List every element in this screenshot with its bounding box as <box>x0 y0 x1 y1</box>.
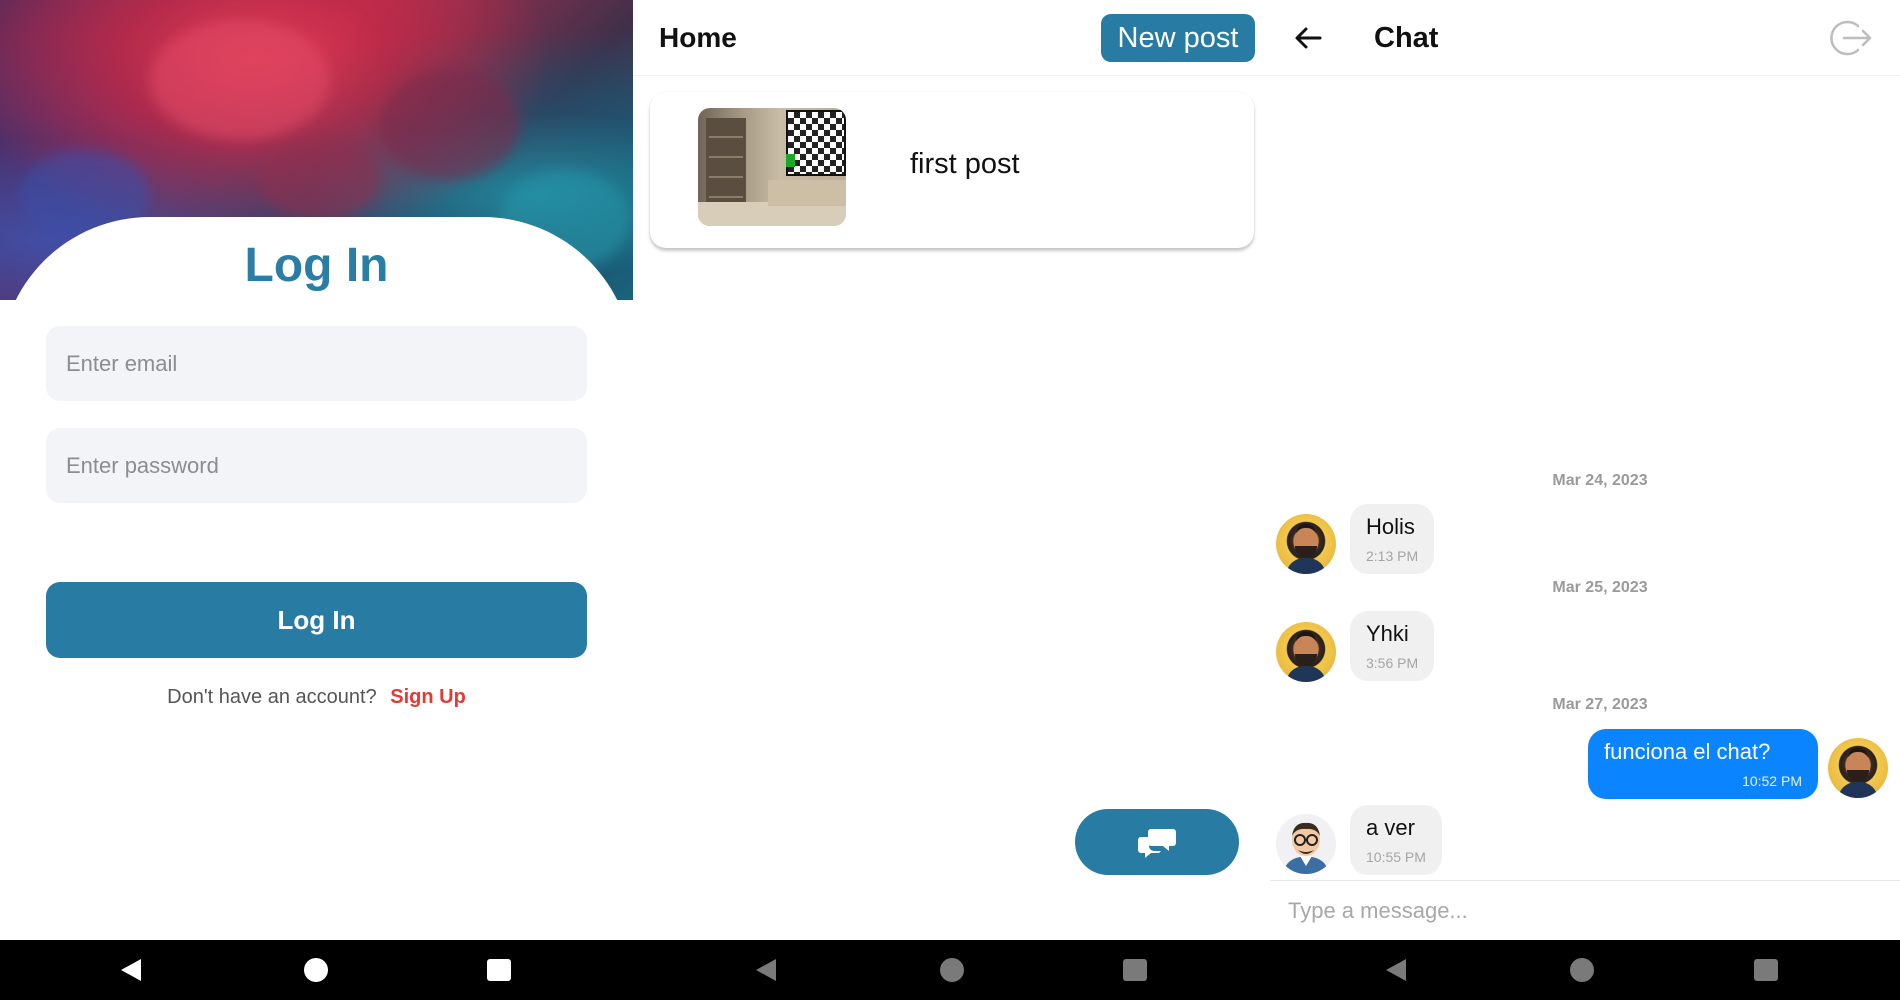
message-time: 3:56 PM <box>1366 655 1419 671</box>
password-field[interactable] <box>46 428 587 503</box>
page-title: Home <box>659 22 737 53</box>
nav-recents-icon[interactable] <box>483 954 515 986</box>
message-time: 10:52 PM <box>1742 773 1802 789</box>
login-screen: Log In Log In Don't have an account? Sig… <box>0 0 633 940</box>
nav-recents-icon[interactable] <box>1119 954 1151 986</box>
chat-bubbles-icon <box>1138 829 1176 858</box>
nav-recents-icon[interactable] <box>1750 954 1782 986</box>
date-separator: Mar 27, 2023 <box>1552 696 1648 713</box>
avatar <box>1276 814 1336 874</box>
message-bubble: a ver 10:55 PM <box>1350 805 1442 875</box>
date-separator: Mar 25, 2023 <box>1552 579 1648 596</box>
home-header: Home New post <box>633 0 1270 76</box>
home-screen: Home New post first post <box>633 0 1270 940</box>
signup-prompt: Don't have an account? <box>167 686 377 708</box>
post-card[interactable]: first post <box>650 92 1254 248</box>
message-bubble-outgoing: funciona el chat? 10:52 PM <box>1588 729 1818 799</box>
system-navigation-bar <box>0 940 1900 1000</box>
message-input[interactable] <box>1280 889 1880 933</box>
message-bubble: Yhki 3:56 PM <box>1350 611 1435 681</box>
message-bubble: Holis 2:13 PM <box>1350 504 1435 574</box>
login-title: Log In <box>244 239 389 292</box>
message-time: 2:13 PM <box>1366 548 1419 564</box>
arrow-left-icon[interactable] <box>1290 20 1326 56</box>
signup-row: Don't have an account? Sign Up <box>0 686 633 709</box>
chat-header: Chat <box>1270 0 1900 76</box>
nav-home-icon[interactable] <box>936 954 968 986</box>
avatar <box>1276 622 1336 682</box>
page-title: Chat <box>1374 22 1439 54</box>
signup-link[interactable]: Sign Up <box>390 686 466 708</box>
nav-back-icon[interactable] <box>1380 954 1412 986</box>
message-composer <box>1270 880 1900 940</box>
cartoon-avatar-icon <box>1276 814 1336 874</box>
chat-screen: Chat Mar 24, 2023 Holis 2:13 PM Mar 25, … <box>1270 0 1900 940</box>
date-separator: Mar 24, 2023 <box>1552 472 1648 489</box>
logout-icon[interactable] <box>1828 18 1874 58</box>
email-field[interactable] <box>46 326 587 401</box>
nav-home-icon[interactable] <box>300 954 332 986</box>
post-thumbnail <box>698 108 846 226</box>
message-text: a ver <box>1366 815 1415 840</box>
message-time: 10:55 PM <box>1366 849 1426 865</box>
new-post-button[interactable]: New post <box>1101 14 1255 62</box>
message-text: funciona el chat? <box>1604 739 1771 764</box>
nav-home-icon[interactable] <box>1566 954 1598 986</box>
nav-back-icon[interactable] <box>750 954 782 986</box>
login-button[interactable]: Log In <box>46 582 587 658</box>
message-text: Holis <box>1366 514 1415 539</box>
message-text: Yhki <box>1366 621 1409 646</box>
avatar <box>1276 514 1336 574</box>
post-title: first post <box>910 148 1020 180</box>
nav-back-icon[interactable] <box>115 954 147 986</box>
avatar <box>1828 738 1888 798</box>
chat-fab-button[interactable] <box>1075 809 1239 875</box>
